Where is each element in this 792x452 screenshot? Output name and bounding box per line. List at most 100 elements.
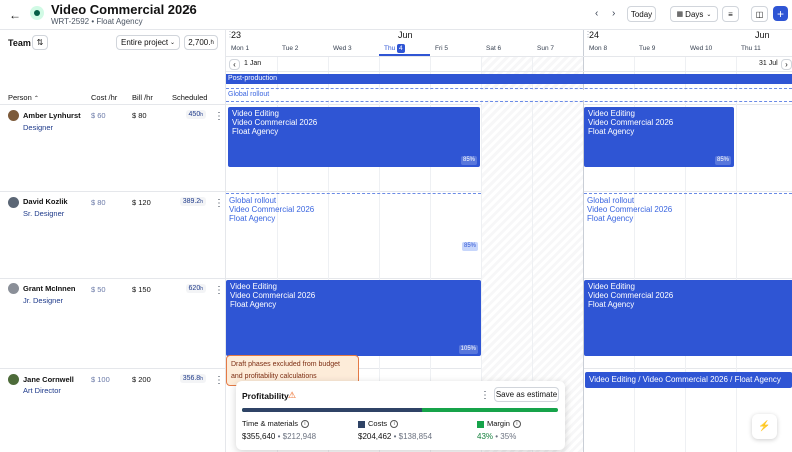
today-weekday: Thu bbox=[384, 45, 396, 52]
costs-amount: $204,462 bbox=[358, 432, 392, 441]
profitability-bar-costs bbox=[242, 408, 423, 412]
week-number: 24 bbox=[589, 30, 600, 40]
add-button[interactable]: + bbox=[773, 6, 788, 21]
person-column-header[interactable]: Person ⌃ bbox=[8, 93, 39, 102]
range-select[interactable]: Entire project ⌄ bbox=[116, 35, 180, 50]
project-more-icon[interactable]: ⋮ bbox=[184, 4, 194, 15]
day-label: Sun 7 bbox=[537, 45, 554, 52]
row-divider bbox=[0, 368, 792, 369]
cost-rate: $ 80 bbox=[91, 198, 106, 207]
view-select[interactable]: ▦ Days ⌄ bbox=[670, 6, 718, 22]
view-select-label: Days bbox=[685, 9, 704, 19]
sort-button[interactable]: ⇅ bbox=[32, 35, 48, 50]
avatar bbox=[8, 374, 19, 385]
week-number: 23 bbox=[231, 30, 242, 40]
prev-arrow-icon[interactable]: ‹ bbox=[595, 8, 598, 19]
lightning-icon: ⚡ bbox=[758, 421, 771, 432]
allocation-block[interactable]: Video Editing Video Commercial 2026 Floa… bbox=[584, 107, 734, 167]
block-client: Float Agency bbox=[588, 127, 635, 136]
day-label: Fri 5 bbox=[435, 45, 448, 52]
chevron-down-icon: ⌄ bbox=[706, 11, 712, 18]
phase-post-production[interactable]: Post-production bbox=[226, 74, 792, 84]
block-project: Video Commercial 2026 bbox=[588, 291, 674, 300]
total-hours-unit: h bbox=[210, 39, 214, 46]
lightning-action-button[interactable]: ⚡ bbox=[752, 414, 777, 439]
day-gridline bbox=[736, 56, 737, 452]
day-label: Sat 6 bbox=[486, 45, 502, 52]
person-role: Designer bbox=[23, 123, 54, 132]
today-date: 4 bbox=[397, 44, 405, 53]
block-client: Float Agency bbox=[588, 300, 635, 309]
person-role: Jr. Designer bbox=[23, 296, 64, 305]
draft-allocation-block[interactable]: Global rollout Video Commercial 2026 Flo… bbox=[226, 193, 481, 253]
scheduled-unit: h bbox=[200, 376, 203, 382]
block-task: Global rollout bbox=[587, 196, 635, 205]
warning-icon[interactable]: ⚠ bbox=[288, 390, 296, 401]
phase-divider bbox=[226, 88, 792, 89]
card-more-icon[interactable]: ⋮ bbox=[480, 390, 490, 401]
day-label: Mon 1 bbox=[231, 45, 250, 52]
next-arrow-icon[interactable]: › bbox=[612, 8, 615, 19]
calendar-icon: ▦ bbox=[676, 11, 684, 18]
block-project: Video Commercial 2026 bbox=[229, 205, 315, 214]
row-divider bbox=[0, 278, 792, 279]
info-icon[interactable]: i bbox=[300, 420, 309, 429]
day-label-today: Thu 4 bbox=[384, 44, 405, 53]
costs-text: Costs bbox=[368, 419, 388, 428]
phase-global-rollout[interactable]: Global rollout bbox=[226, 90, 792, 100]
allocation-block[interactable]: Video Editing Video Commercial 2026 Floa… bbox=[226, 280, 481, 356]
back-arrow-icon[interactable]: ← bbox=[9, 8, 21, 22]
header-divider bbox=[226, 56, 792, 57]
costs-swatch bbox=[358, 420, 365, 428]
row-more-icon[interactable]: ⋮ bbox=[214, 111, 224, 122]
month-label: Jun bbox=[398, 30, 413, 40]
row-more-icon[interactable]: ⋮ bbox=[214, 198, 224, 209]
day-label: Mon 8 bbox=[589, 45, 608, 52]
block-project: Video Commercial 2026 bbox=[232, 118, 318, 127]
avatar bbox=[8, 197, 19, 208]
block-percent: 85% bbox=[460, 156, 477, 165]
profitability-title: Profitability bbox=[242, 391, 289, 401]
bill-rate: $ 120 bbox=[132, 198, 151, 207]
range-next-icon[interactable]: › bbox=[781, 59, 792, 70]
sort-icon: ⇅ bbox=[36, 38, 44, 47]
today-button[interactable]: Today bbox=[627, 6, 656, 22]
allocation-block[interactable]: Video Editing Video Commercial 2026 Floa… bbox=[584, 280, 792, 356]
day-label: Wed 10 bbox=[690, 45, 713, 52]
panel-toggle-button[interactable]: ◫ bbox=[751, 6, 768, 22]
person-role: Art Director bbox=[23, 386, 61, 395]
time-materials-label: Time & materials i bbox=[242, 419, 309, 429]
range-select-label: Entire project bbox=[121, 38, 169, 47]
bill-column-header: Bill /hr bbox=[132, 93, 153, 102]
block-task: Video Editing bbox=[232, 109, 279, 118]
time-materials-amount: $355,640 bbox=[242, 432, 276, 441]
info-icon[interactable]: i bbox=[512, 420, 521, 429]
allocation-block[interactable]: Video Editing / Video Commercial 2026 / … bbox=[585, 372, 792, 388]
margin-text: Margin bbox=[487, 419, 510, 428]
row-more-icon[interactable]: ⋮ bbox=[214, 375, 224, 386]
person-column-label: Person bbox=[8, 93, 32, 102]
team-label: Team bbox=[8, 38, 31, 48]
row-divider bbox=[0, 104, 792, 105]
range-prev-icon[interactable]: ‹ bbox=[229, 59, 240, 70]
person-name[interactable]: David Kozlik bbox=[23, 197, 68, 206]
row-more-icon[interactable]: ⋮ bbox=[214, 285, 224, 296]
day-label: Tue 9 bbox=[639, 45, 656, 52]
costs-value: $204,462 • $138,854 bbox=[358, 432, 432, 441]
save-estimate-button[interactable]: Save as estimate bbox=[494, 387, 559, 402]
person-name[interactable]: Grant McInnen bbox=[23, 284, 76, 293]
block-client: Float Agency bbox=[230, 300, 277, 309]
block-task: Video Editing bbox=[588, 282, 635, 291]
allocation-block[interactable]: Video Editing Video Commercial 2026 Floa… bbox=[228, 107, 480, 167]
info-icon[interactable]: i bbox=[390, 420, 399, 429]
range-start-label: 1 Jan bbox=[244, 60, 262, 67]
draft-allocation-block[interactable]: Global rollout Video Commercial 2026 Flo… bbox=[584, 193, 792, 253]
person-name[interactable]: Jane Cornwell bbox=[23, 375, 74, 384]
scheduled-hours: 450h bbox=[185, 110, 206, 119]
time-materials-value: $355,640 • $212,948 bbox=[242, 432, 316, 441]
person-name[interactable]: Amber Lynhurst bbox=[23, 111, 81, 120]
project-subtitle: WRT-2592 • Float Agency bbox=[51, 17, 143, 26]
filter-settings-button[interactable]: ≡ bbox=[722, 6, 739, 22]
bill-rate: $ 150 bbox=[132, 285, 151, 294]
separator-dot: • bbox=[393, 432, 397, 441]
